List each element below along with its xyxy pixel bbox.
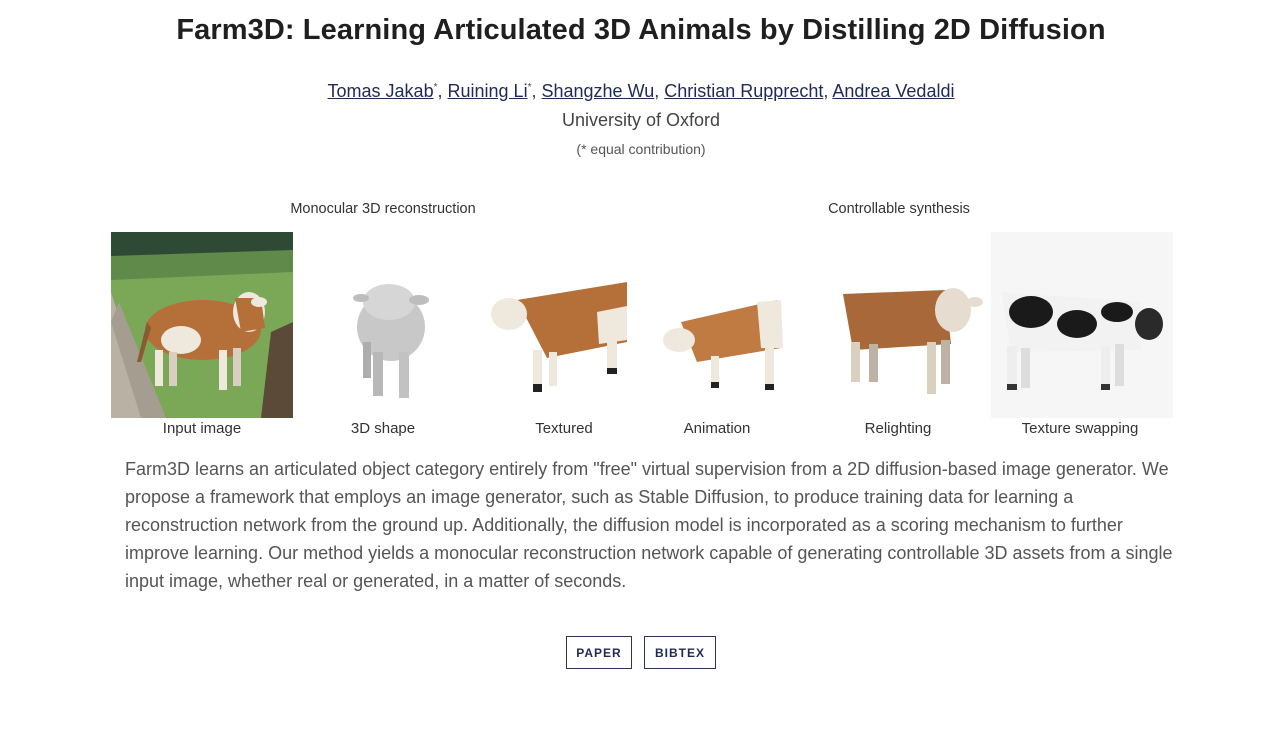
author-link[interactable]: Ruining Li (448, 81, 528, 101)
animation-render (657, 232, 787, 418)
page-title: Farm3D: Learning Articulated 3D Animals … (176, 14, 1106, 46)
author-link[interactable]: Andrea Vedaldi (832, 81, 954, 101)
author-link[interactable]: Christian Rupprecht (664, 81, 823, 101)
contribution-note: (* equal contribution) (576, 141, 706, 157)
input-image (111, 232, 293, 418)
group-label-reconstruction: Monocular 3D reconstruction (290, 201, 476, 217)
group-label-synthesis: Controllable synthesis (828, 201, 970, 217)
textured-render (487, 232, 627, 418)
abstract: Farm3D learns an articulated object cate… (125, 459, 1173, 591)
author-list: Tomas Jakab*, Ruining Li*, Shangzhe Wu, … (0, 81, 1270, 102)
author-separator: , (654, 81, 665, 101)
affiliation: University of Oxford (561, 110, 721, 130)
author-link[interactable]: Shangzhe Wu (542, 81, 655, 101)
bibtex-button[interactable]: BIBTEX (644, 636, 716, 669)
caption-animation: Animation (683, 420, 751, 437)
caption-relighting: Relighting (864, 420, 932, 437)
author-separator: , (437, 81, 448, 101)
texture-swapping-render (991, 232, 1173, 418)
caption-textured: Textured (535, 420, 593, 437)
author-separator: , (531, 81, 542, 101)
author-link[interactable]: Tomas Jakab (328, 81, 434, 101)
caption-texture-swapping: Texture swapping (1021, 420, 1139, 437)
caption-input-image: Input image (162, 420, 242, 437)
paper-button[interactable]: PAPER (566, 636, 632, 669)
author-separator: , (823, 81, 833, 101)
shape-render (311, 232, 493, 418)
teaser-figure (111, 232, 1173, 418)
caption-3d-shape: 3D shape (350, 420, 416, 437)
relighting-render (833, 232, 983, 418)
